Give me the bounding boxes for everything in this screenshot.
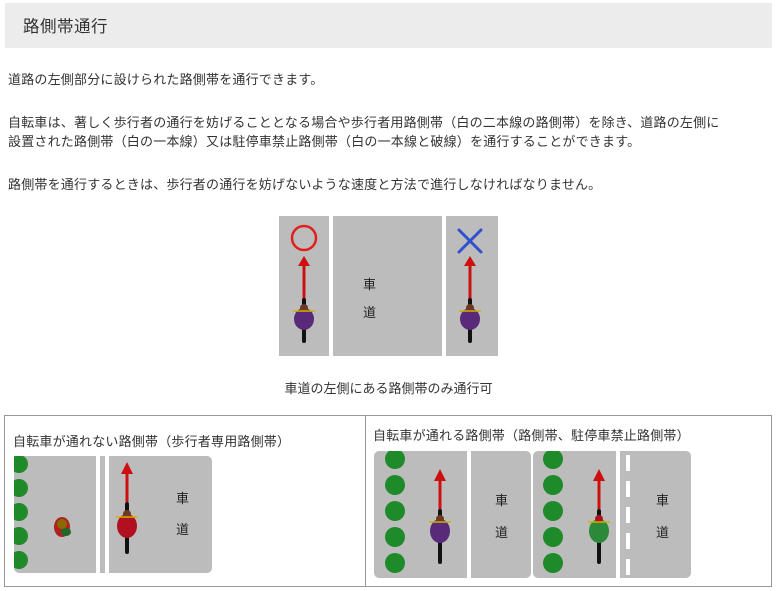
- paragraph-3: 路側帯を通行するときは、歩行者の通行を妨げないような速度と方法で進行しなければな…: [8, 178, 602, 193]
- road-label-char-1: 車: [495, 493, 508, 508]
- figure-caption: 車道の左側にある路側帯のみ通行可: [284, 382, 493, 397]
- left-cell-title: 自転車が通れない路側帯（歩行者専用路側帯）: [13, 435, 291, 450]
- solid-line: [616, 451, 620, 578]
- paragraph-2-line-2: 設置された路側帯（白の一本線）又は駐停車禁止路側帯（白の一本線と破線）を通行する…: [8, 135, 641, 150]
- table-divider: [365, 416, 366, 586]
- road-label-char-1: 車: [176, 491, 189, 506]
- road-label-char-2: 道: [176, 522, 189, 537]
- roadside-strip-image: 車 道: [374, 451, 531, 578]
- double-line-b: [105, 456, 109, 573]
- paragraph-2-line-1: 自転車は、著しく歩行者の通行を妨げることとなる場合や歩行者用路側帯（白の二本線の…: [8, 116, 720, 131]
- road-label-char-1: 車: [363, 277, 376, 292]
- road-label-char-2: 道: [363, 305, 376, 320]
- section-title: 路側帯通行: [23, 17, 108, 36]
- section-header: 路側帯通行: [5, 3, 772, 48]
- no-stopping-strip-image: 車 道: [533, 451, 691, 578]
- right-cell-title: 自転車が通れる路側帯（路側帯、駐停車禁止路側帯）: [373, 429, 690, 444]
- paragraph-1: 道路の左側部分に設けられた路側帯を通行できます。: [8, 73, 324, 88]
- lane-line-left: [329, 216, 333, 356]
- comparison-table: 自転車が通れない路側帯（歩行者専用路側帯） 自転車が通れる路側帯（路側帯、駐停車…: [4, 415, 772, 587]
- roadside-strip-figure: 車 道: [279, 216, 498, 356]
- road-label-char-2: 道: [495, 525, 508, 540]
- pedestrian-only-strip-image: 車 道: [14, 456, 212, 573]
- road-label-char-1: 車: [656, 493, 669, 508]
- road-label-char-2: 道: [656, 525, 669, 540]
- double-line-a: [96, 456, 100, 573]
- lane-line-right: [442, 216, 446, 356]
- single-line: [467, 451, 471, 578]
